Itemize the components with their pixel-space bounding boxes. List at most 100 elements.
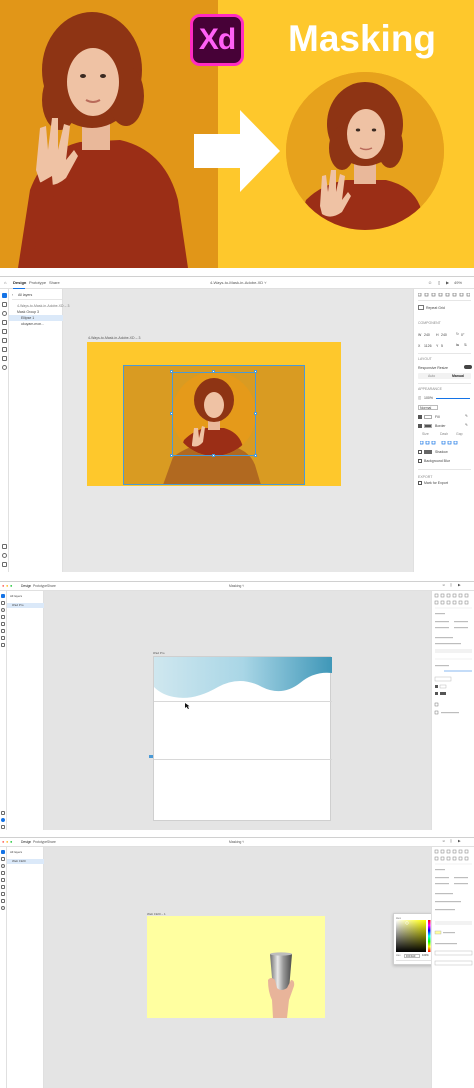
tab-prototype[interactable]: Prototype xyxy=(33,840,47,844)
plugins-icon[interactable] xyxy=(2,562,7,567)
pen-tool-icon[interactable] xyxy=(1,885,5,889)
select-tool-icon[interactable] xyxy=(2,293,7,298)
resize-handle[interactable] xyxy=(254,454,257,457)
layer-ellipse[interactable]: Ellipse 1 xyxy=(21,316,34,320)
saturation-field[interactable] xyxy=(396,920,434,952)
shadow-swatch[interactable] xyxy=(424,450,432,454)
rectangle-tool-icon[interactable] xyxy=(2,302,7,307)
stroke-style-icons[interactable] xyxy=(419,440,470,445)
align-icons[interactable] xyxy=(417,292,471,297)
user-icon[interactable]: ☺ xyxy=(428,280,432,285)
ellipse-tool-icon[interactable] xyxy=(1,608,5,612)
repeat-grid-button[interactable]: Repeat Grid xyxy=(426,306,445,310)
tab-prototype[interactable]: Prototype xyxy=(29,280,46,285)
tab-prototype[interactable]: Prototype xyxy=(33,584,47,588)
tab-design[interactable]: Design xyxy=(13,280,26,285)
back-arrow-icon[interactable]: ‹ xyxy=(12,293,13,297)
tab-share[interactable]: Share xyxy=(47,584,56,588)
home-icon[interactable]: ⌂ xyxy=(4,280,6,285)
zoom-tool-icon[interactable] xyxy=(1,906,5,910)
manual-option[interactable]: Manual xyxy=(452,374,464,378)
artboard-tool-icon[interactable] xyxy=(1,899,5,903)
rectangle-tool-icon[interactable] xyxy=(1,601,5,605)
opacity-field[interactable]: 100% xyxy=(424,396,433,400)
text-tool-icon[interactable] xyxy=(2,347,7,352)
layer-mask-group[interactable]: Mask Group 3 xyxy=(17,310,39,314)
layer-artboard[interactable]: 4-Ways-to-Mask-in-Adobe-XD – 3 xyxy=(17,304,69,308)
mobile-preview-icon[interactable]: ▯ xyxy=(438,280,440,285)
line-tool-icon[interactable] xyxy=(1,878,5,882)
layers-icon[interactable] xyxy=(2,553,7,558)
resize-handle[interactable] xyxy=(212,370,215,373)
selection-box[interactable] xyxy=(172,372,256,456)
pen-tool-icon[interactable] xyxy=(1,629,5,633)
artboard[interactable] xyxy=(147,916,325,1018)
document-title[interactable]: Masking ˅ xyxy=(229,840,244,844)
document-title[interactable]: Masking ˅ xyxy=(229,584,244,588)
artboard-tool-icon[interactable] xyxy=(1,643,5,647)
play-icon[interactable]: ▶ xyxy=(458,583,461,587)
wave-masked-sky-image[interactable] xyxy=(154,657,332,705)
assets-icon[interactable] xyxy=(1,811,5,815)
play-icon[interactable]: ▶ xyxy=(446,280,449,285)
eyedropper-icon[interactable]: ✎ xyxy=(465,414,468,418)
artboard[interactable] xyxy=(153,656,332,821)
border-checkbox[interactable] xyxy=(418,424,422,428)
plugins-icon[interactable] xyxy=(1,825,5,829)
assets-icon[interactable] xyxy=(2,544,7,549)
resize-handle[interactable] xyxy=(170,370,173,373)
rotation-field[interactable]: 0° xyxy=(461,333,464,337)
text-tool-icon[interactable] xyxy=(1,892,5,896)
select-tool-icon[interactable] xyxy=(1,850,5,854)
user-icon[interactable]: ☺ xyxy=(442,583,445,587)
line-tool-icon[interactable] xyxy=(2,329,7,334)
resize-handle[interactable] xyxy=(254,412,257,415)
w-field[interactable]: 240 xyxy=(424,333,430,337)
zoom-level[interactable]: 49% xyxy=(454,280,462,285)
user-icon[interactable]: ☺ xyxy=(442,839,445,843)
bg-blur-checkbox[interactable] xyxy=(418,459,422,463)
opacity-input[interactable]: 100% xyxy=(422,954,429,957)
layer-web-1920[interactable]: Web 1920 xyxy=(12,859,26,863)
flip-horizontal-icon[interactable]: ⇋ xyxy=(456,343,459,347)
mobile-preview-icon[interactable]: ▯ xyxy=(450,583,452,587)
document-title[interactable]: 4-Ways-to-Mask-in-Adobe-XD ˅ xyxy=(210,280,267,285)
inspector-controls[interactable] xyxy=(432,591,474,721)
layers-icon[interactable] xyxy=(1,818,5,822)
zoom-tool-icon[interactable] xyxy=(2,365,7,370)
eyedropper-icon[interactable]: ✎ xyxy=(465,423,468,427)
tab-share[interactable]: Share xyxy=(49,280,60,285)
layer-photo[interactable]: ukuyam-mon... xyxy=(21,322,44,326)
export-checkbox[interactable] xyxy=(418,481,422,485)
ellipse-tool-icon[interactable] xyxy=(1,864,5,868)
polygon-tool-icon[interactable] xyxy=(1,871,5,875)
opacity-slider[interactable] xyxy=(436,398,470,399)
polygon-tool-icon[interactable] xyxy=(1,615,5,619)
hand-holding-cup-image[interactable] xyxy=(265,950,297,1018)
resize-handle[interactable] xyxy=(254,370,257,373)
h-field[interactable]: 240 xyxy=(441,333,447,337)
resize-handle[interactable] xyxy=(212,454,215,457)
tab-share[interactable]: Share xyxy=(47,840,56,844)
tab-design[interactable]: Design xyxy=(21,840,31,844)
hex-input[interactable]: FFFFA0 xyxy=(404,954,420,958)
layer-ipad[interactable]: iPad Pro xyxy=(12,603,24,607)
y-field[interactable]: 5 xyxy=(441,344,443,348)
line-tool-icon[interactable] xyxy=(1,622,5,626)
text-tool-icon[interactable] xyxy=(1,636,5,640)
select-tool-icon[interactable] xyxy=(1,594,5,598)
color-picker[interactable]: Hex Hex FFFFA0 100% xyxy=(393,913,435,965)
ellipse-tool-icon[interactable] xyxy=(2,311,7,316)
shadow-checkbox[interactable] xyxy=(418,450,422,454)
resize-handle[interactable] xyxy=(170,412,173,415)
mobile-preview-icon[interactable]: ▯ xyxy=(450,839,452,843)
polygon-tool-icon[interactable] xyxy=(2,320,7,325)
repeat-grid-icon[interactable] xyxy=(418,305,424,310)
fill-swatch[interactable] xyxy=(424,415,432,419)
x-field[interactable]: 1126 xyxy=(424,344,432,348)
pen-tool-icon[interactable] xyxy=(2,338,7,343)
auto-option[interactable]: Auto xyxy=(428,374,435,378)
fill-checkbox[interactable] xyxy=(418,415,422,419)
artboard-tool-icon[interactable] xyxy=(2,356,7,361)
play-icon[interactable]: ▶ xyxy=(458,839,461,843)
